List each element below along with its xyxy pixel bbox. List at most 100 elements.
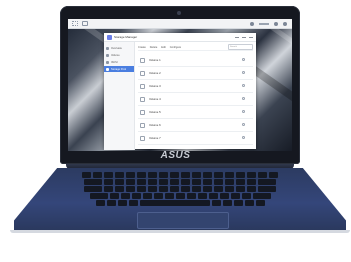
key — [109, 193, 119, 199]
sidebar-item-label: Volume — [111, 53, 120, 57]
key — [222, 200, 232, 206]
key — [131, 193, 141, 199]
main-panel: Create Delete Edit Configure Search Volu… — [135, 42, 256, 150]
sidebar-item-iscsi[interactable]: iSCSI — [104, 59, 134, 65]
list-item[interactable]: Volume 4 — [138, 93, 253, 106]
window-title: Storage Manager — [114, 35, 138, 39]
brand-logo: ASUS — [160, 150, 191, 161]
edit-button[interactable]: Edit — [161, 46, 165, 49]
maximize-button[interactable] — [242, 36, 246, 38]
list-item-name: Volume 1 — [149, 57, 161, 62]
overview-icon — [106, 46, 109, 50]
list-item-name: Volume 2 — [149, 70, 161, 75]
key — [197, 193, 207, 199]
key — [104, 172, 113, 178]
key — [84, 179, 102, 185]
key — [181, 172, 190, 178]
disk-icon — [140, 109, 145, 115]
create-button[interactable]: Create — [138, 46, 146, 49]
key — [153, 193, 163, 199]
list-item[interactable]: Volume 2 — [138, 67, 253, 80]
delete-button[interactable]: Delete — [150, 46, 158, 49]
key — [255, 200, 265, 206]
key — [104, 186, 113, 192]
key — [225, 172, 234, 178]
key — [186, 193, 196, 199]
status-icon — [242, 110, 245, 113]
list-item-name: Volume 5 — [149, 109, 161, 114]
key — [159, 179, 168, 185]
window-titlebar[interactable]: Storage Manager — [104, 33, 256, 42]
key — [148, 172, 157, 178]
sidebar-item-label: Overview — [111, 46, 122, 50]
key — [211, 200, 221, 206]
status-icon — [242, 136, 245, 139]
list-item[interactable]: Volume 1 — [138, 54, 253, 67]
laptop-lid: Storage Manager Overview Volume iSCSI St… — [60, 6, 300, 164]
search-input[interactable]: Search — [228, 44, 253, 50]
list-item[interactable]: Volume 7 — [138, 132, 253, 145]
key — [214, 186, 223, 192]
volume-icon — [106, 53, 109, 57]
sidebar: Overview Volume iSCSI Storage Pool — [104, 42, 135, 150]
sidebar-item-volume[interactable]: Volume — [104, 52, 134, 58]
list-item-name: Volume 4 — [149, 96, 161, 101]
keyboard — [76, 172, 284, 210]
key — [236, 172, 245, 178]
list-item[interactable]: Volume 3 — [138, 80, 253, 93]
status-icon — [242, 97, 245, 100]
key — [137, 186, 146, 192]
configure-button[interactable]: Configure — [170, 46, 181, 49]
key — [175, 193, 185, 199]
user-name-bar — [259, 22, 269, 25]
taskbar — [68, 19, 292, 29]
key — [170, 186, 179, 192]
key — [128, 200, 138, 206]
storage-manager-window: Storage Manager Overview Volume iSCSI St… — [104, 33, 256, 150]
key — [117, 200, 127, 206]
key — [233, 200, 243, 206]
key — [236, 179, 245, 185]
key — [208, 193, 218, 199]
settings-icon[interactable] — [274, 21, 278, 26]
list-item[interactable]: Volume 5 — [138, 106, 253, 119]
key — [84, 186, 102, 192]
key — [82, 172, 91, 178]
sidebar-item-label: Storage Pool — [111, 67, 126, 71]
key — [142, 193, 152, 199]
key — [203, 179, 212, 185]
disk-icon — [140, 70, 145, 76]
key — [148, 186, 157, 192]
screen: Storage Manager Overview Volume iSCSI St… — [68, 19, 292, 151]
sidebar-item-storage-pool[interactable]: Storage Pool — [104, 66, 134, 72]
key — [181, 186, 190, 192]
key — [126, 186, 135, 192]
touchpad — [137, 212, 229, 229]
key — [115, 172, 124, 178]
list-item-name: Volume 3 — [149, 83, 161, 88]
key — [219, 193, 229, 199]
minimize-button[interactable] — [235, 36, 239, 38]
window-icon[interactable] — [82, 21, 88, 26]
key — [192, 186, 201, 192]
list-item[interactable]: Volume 6 — [138, 119, 253, 132]
key — [230, 193, 240, 199]
apps-grid-icon[interactable] — [72, 21, 78, 26]
toolbar: Create Delete Edit Configure Search — [138, 44, 253, 51]
key — [106, 200, 116, 206]
sidebar-item-overview[interactable]: Overview — [104, 45, 134, 51]
disk-icon — [140, 57, 145, 63]
close-button[interactable] — [249, 36, 253, 38]
key — [244, 200, 254, 206]
disk-icon — [140, 135, 145, 141]
key — [181, 179, 190, 185]
power-icon[interactable] — [283, 21, 287, 26]
iscsi-icon — [106, 60, 109, 64]
key — [258, 186, 276, 192]
user-icon[interactable] — [250, 21, 254, 26]
key — [126, 179, 135, 185]
storage-pool-icon — [106, 67, 109, 71]
key — [225, 179, 234, 185]
webcam-icon — [177, 11, 181, 15]
status-icon — [242, 123, 245, 126]
